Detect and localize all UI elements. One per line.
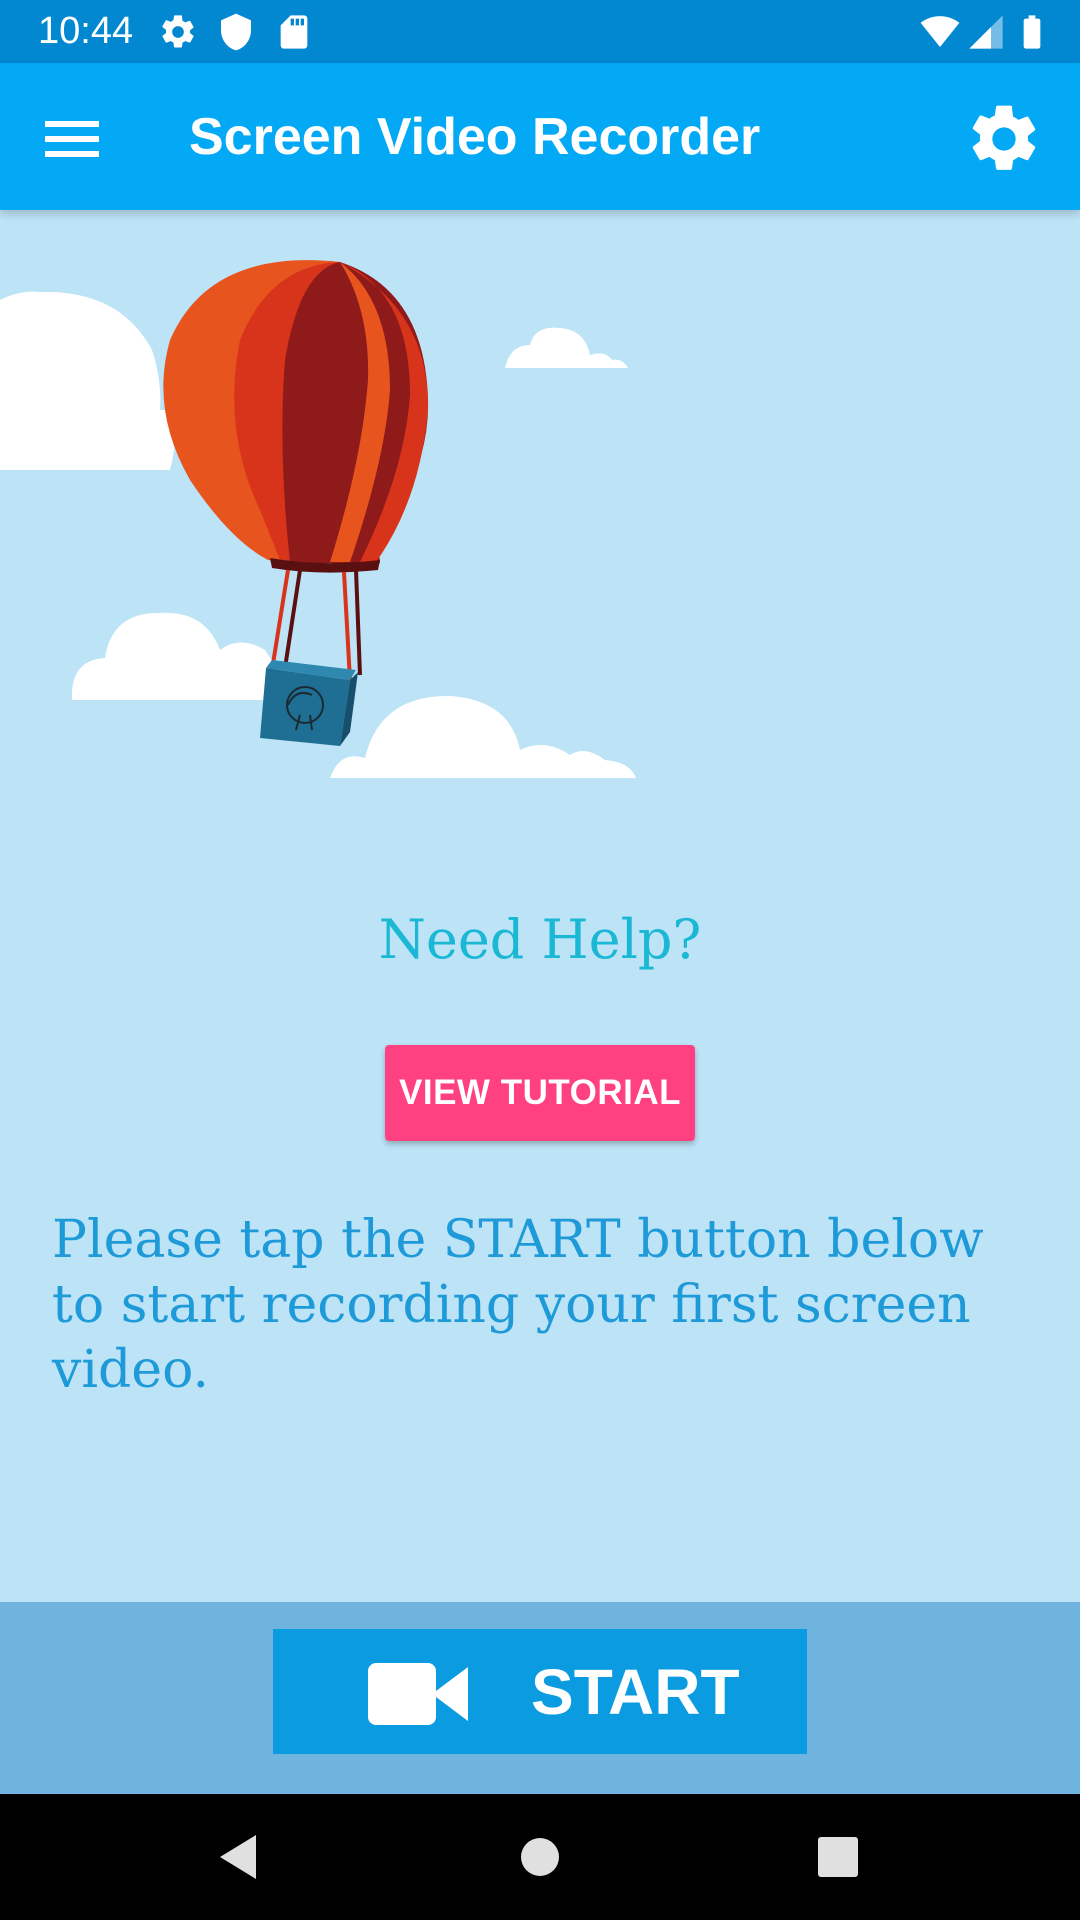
shield-icon: [221, 13, 251, 51]
cloud-large: [0, 291, 176, 470]
recents-icon[interactable]: [808, 1827, 868, 1887]
screen: 10:44 Screen Video Recorder Need Help? V…: [0, 0, 1080, 1920]
battery-icon: [1023, 15, 1041, 49]
home-icon[interactable]: [510, 1827, 570, 1887]
gear-icon: [162, 15, 194, 48]
balloon-basket: [260, 660, 358, 746]
nav-bar: [0, 1794, 1080, 1920]
start-label: START: [531, 1656, 740, 1728]
hamburger-menu-icon: [45, 121, 99, 157]
start-button[interactable]: START: [273, 1629, 807, 1754]
back-icon[interactable]: [208, 1827, 268, 1887]
cloud-bottom: [330, 695, 636, 778]
settings-button[interactable]: [964, 99, 1044, 179]
videocam-icon: [368, 1663, 468, 1725]
view-tutorial-button[interactable]: VIEW TUTORIAL: [385, 1045, 695, 1141]
instructions-text: Please tap the START button below to sta…: [52, 1210, 984, 1400]
app-bar: Screen Video Recorder: [0, 63, 1080, 210]
sd-card-icon: [280, 15, 308, 49]
gear-icon: [972, 105, 1036, 170]
menu-button[interactable]: [36, 103, 108, 175]
app-title: Screen Video Recorder: [189, 108, 761, 166]
wifi-icon: [920, 16, 960, 47]
balloon-envelope: [163, 260, 429, 573]
status-bar: 10:44: [0, 0, 1080, 63]
need-help-title: Need Help?: [378, 908, 702, 971]
hot-air-balloon-illustration: [0, 260, 636, 778]
cloud-small-top: [505, 327, 628, 368]
status-time: 10:44: [38, 10, 134, 52]
cell-signal-icon: [969, 15, 1003, 49]
start-panel: START: [0, 1602, 1080, 1794]
